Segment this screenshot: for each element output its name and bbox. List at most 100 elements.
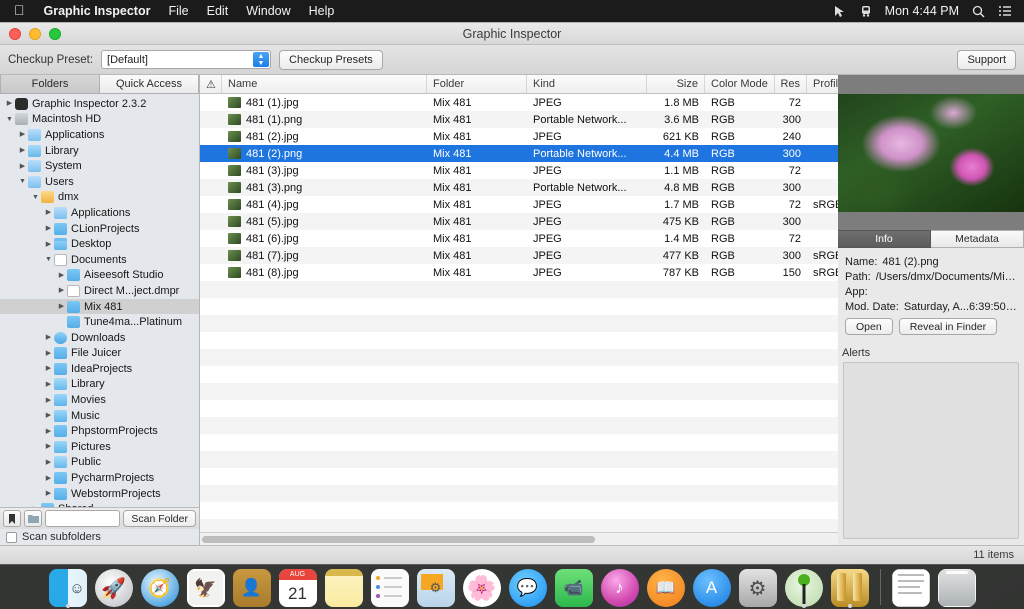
disclosure-collapsed-icon[interactable]: ▶: [4, 100, 15, 107]
table-row[interactable]: 481 (2).jpgMix 481JPEG621 KBRGB240: [200, 128, 838, 145]
table-row[interactable]: 481 (8).jpgMix 481JPEG787 KBRGB150sRGB I…: [200, 264, 838, 281]
tree-item-graphic-inspector-2-3-2[interactable]: ▶Graphic Inspector 2.3.2: [0, 96, 199, 112]
horizontal-scrollbar[interactable]: [200, 532, 838, 545]
table-row[interactable]: 481 (4).jpgMix 481JPEG1.7 MBRGB72sRGB IE…: [200, 196, 838, 213]
table-row[interactable]: 481 (5).jpgMix 481JPEG475 KBRGB300: [200, 213, 838, 230]
dock-item-itunes[interactable]: ♪: [600, 567, 640, 607]
tree-item-macintosh-hd[interactable]: ▼Macintosh HD: [0, 112, 199, 128]
dock-item-launchpad[interactable]: 🚀: [94, 567, 134, 607]
dock-item-messages[interactable]: 💬: [508, 567, 548, 607]
table-body[interactable]: 481 (1).jpgMix 481JPEG1.8 MBRGB72481 (1)…: [200, 94, 838, 532]
train-icon[interactable]: [860, 5, 872, 18]
tree-item-applications[interactable]: ▶Applications: [0, 205, 199, 221]
menu-item-help[interactable]: Help: [300, 4, 344, 18]
tree-item-mix-481[interactable]: ▶Mix 481: [0, 299, 199, 315]
tree-item-users[interactable]: ▼Users: [0, 174, 199, 190]
dock-item-calendar[interactable]: AUG21: [278, 567, 318, 607]
dock-item-trash[interactable]: [937, 567, 977, 607]
tree-item-ideaprojects[interactable]: ▶IdeaProjects: [0, 361, 199, 377]
tab-info[interactable]: Info: [838, 230, 931, 248]
tree-item-file-juicer[interactable]: ▶File Juicer: [0, 346, 199, 362]
checkup-presets-button[interactable]: Checkup Presets: [279, 50, 383, 70]
tab-quick-access[interactable]: Quick Access: [100, 75, 199, 94]
dock-item-ibooks[interactable]: 📖: [646, 567, 686, 607]
tree-item-desktop[interactable]: ▶Desktop: [0, 236, 199, 252]
disclosure-collapsed-icon[interactable]: ▶: [43, 381, 54, 388]
tree-item-tune4ma-platinum[interactable]: Tune4ma...Platinum: [0, 314, 199, 330]
checkup-preset-select[interactable]: [Default] ▲▼: [101, 50, 271, 69]
tree-item-webstormprojects[interactable]: ▶WebstormProjects: [0, 486, 199, 502]
dock-item-brass-app[interactable]: [830, 567, 870, 607]
tree-item-library[interactable]: ▶Library: [0, 143, 199, 159]
disclosure-collapsed-icon[interactable]: ▶: [43, 241, 54, 248]
disclosure-collapsed-icon[interactable]: ▶: [43, 412, 54, 419]
minimize-button[interactable]: [29, 28, 41, 40]
disclosure-collapsed-icon[interactable]: ▶: [56, 303, 67, 310]
disclosure-collapsed-icon[interactable]: ▶: [56, 287, 67, 294]
disclosure-expanded-icon[interactable]: ▼: [17, 178, 28, 185]
dock-item-photos[interactable]: 🌸: [462, 567, 502, 607]
support-button[interactable]: Support: [957, 50, 1016, 70]
column-header-size[interactable]: Size: [647, 75, 705, 93]
tree-item-pycharmprojects[interactable]: ▶PycharmProjects: [0, 470, 199, 486]
disclosure-collapsed-icon[interactable]: ▶: [17, 163, 28, 170]
zoom-button[interactable]: [49, 28, 61, 40]
disclosure-collapsed-icon[interactable]: ▶: [43, 428, 54, 435]
add-folder-icon[interactable]: [24, 510, 42, 527]
scan-subfolders-row[interactable]: Scan subfolders: [0, 529, 199, 545]
disclosure-expanded-icon[interactable]: ▼: [43, 256, 54, 263]
tab-folders[interactable]: Folders: [0, 75, 100, 94]
disclosure-collapsed-icon[interactable]: ▶: [43, 490, 54, 497]
dock-item-documents-stack[interactable]: [891, 567, 931, 607]
dock-item-mail[interactable]: 🦅: [186, 567, 226, 607]
dock-item-preview[interactable]: ⚙: [416, 567, 456, 607]
cursor-icon[interactable]: [833, 5, 847, 18]
table-row[interactable]: 481 (3).jpgMix 481JPEG1.1 MBRGB72: [200, 162, 838, 179]
disclosure-collapsed-icon[interactable]: ▶: [43, 225, 54, 232]
tree-item-movies[interactable]: ▶Movies: [0, 392, 199, 408]
disclosure-collapsed-icon[interactable]: ▶: [43, 397, 54, 404]
tree-item-aiseesoft-studio[interactable]: ▶Aiseesoft Studio: [0, 268, 199, 284]
table-row[interactable]: 481 (6).jpgMix 481JPEG1.4 MBRGB72: [200, 230, 838, 247]
dock-item-notes[interactable]: [324, 567, 364, 607]
open-button[interactable]: Open: [845, 318, 893, 335]
tree-item-downloads[interactable]: ▶Downloads: [0, 330, 199, 346]
dock-item-reminders[interactable]: [370, 567, 410, 607]
tree-item-library[interactable]: ▶Library: [0, 377, 199, 393]
scan-folder-button[interactable]: Scan Folder: [123, 510, 196, 527]
tree-item-applications[interactable]: ▶Applications: [0, 127, 199, 143]
folder-tree[interactable]: ▶Graphic Inspector 2.3.2▼Macintosh HD▶Ap…: [0, 94, 199, 507]
column-header-kind[interactable]: Kind: [527, 75, 647, 93]
menu-item-file[interactable]: File: [159, 4, 197, 18]
menu-item-window[interactable]: Window: [237, 4, 299, 18]
dock-item-safari[interactable]: 🧭: [140, 567, 180, 607]
scan-path-field[interactable]: [45, 510, 120, 527]
disclosure-expanded-icon[interactable]: ▼: [4, 116, 15, 123]
dock-item-contacts[interactable]: 👤: [232, 567, 272, 607]
table-row[interactable]: 481 (2).pngMix 481Portable Network...4.4…: [200, 145, 838, 162]
menu-app-name[interactable]: Graphic Inspector: [35, 4, 160, 18]
tree-item-music[interactable]: ▶Music: [0, 408, 199, 424]
reveal-in-finder-button[interactable]: Reveal in Finder: [899, 318, 997, 335]
apple-icon[interactable]: : [8, 3, 35, 19]
menu-clock[interactable]: Mon 4:44 PM: [885, 4, 959, 18]
table-row[interactable]: 481 (1).pngMix 481Portable Network...3.6…: [200, 111, 838, 128]
close-button[interactable]: [9, 28, 21, 40]
disclosure-collapsed-icon[interactable]: ▶: [43, 209, 54, 216]
tab-metadata[interactable]: Metadata: [931, 230, 1024, 248]
column-header-name[interactable]: Name: [222, 75, 427, 93]
dock-item-finder[interactable]: ☺: [48, 567, 88, 607]
tree-item-system[interactable]: ▶System: [0, 158, 199, 174]
table-header[interactable]: ⚠NameFolderKindSizeColor ModeResProfile: [200, 75, 838, 94]
tree-item-public[interactable]: ▶Public: [0, 455, 199, 471]
scan-subfolders-checkbox[interactable]: [6, 532, 17, 543]
dock-item-app-store[interactable]: A: [692, 567, 732, 607]
dock-item-system-preferences[interactable]: ⚙: [738, 567, 778, 607]
tree-item-direct-m-ject-dmpr[interactable]: ▶Direct M...ject.dmpr: [0, 283, 199, 299]
tree-item-dmx[interactable]: ▼dmx: [0, 190, 199, 206]
search-icon[interactable]: [972, 5, 985, 18]
disclosure-collapsed-icon[interactable]: ▶: [43, 350, 54, 357]
disclosure-collapsed-icon[interactable]: ▶: [43, 459, 54, 466]
tree-item-documents[interactable]: ▼Documents: [0, 252, 199, 268]
tree-item-pictures[interactable]: ▶Pictures: [0, 439, 199, 455]
